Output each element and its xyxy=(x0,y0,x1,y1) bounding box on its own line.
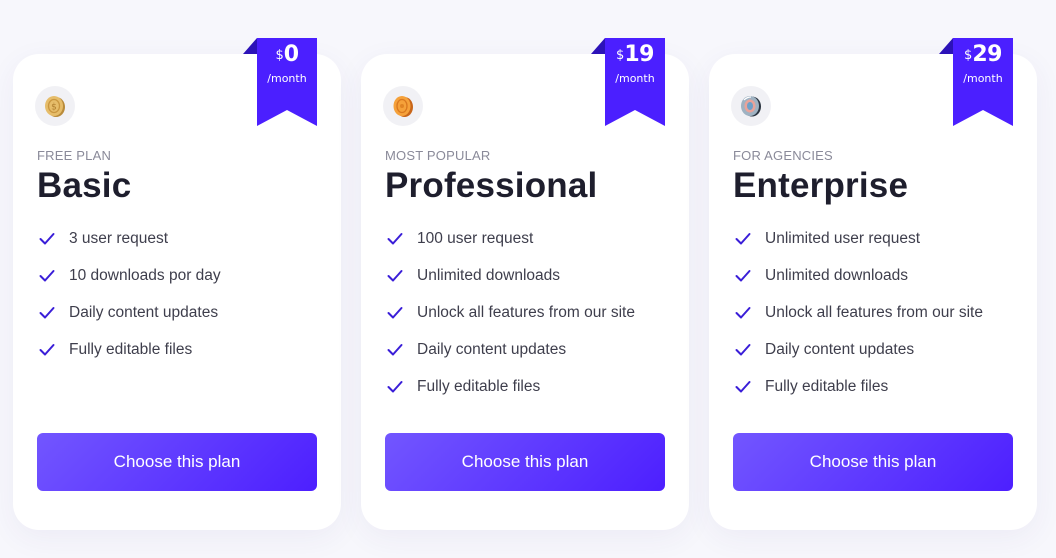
plan-tag: FOR AGENCIES xyxy=(733,148,833,163)
plan-tag: MOST POPULAR xyxy=(385,148,491,163)
check-icon xyxy=(39,344,55,356)
check-icon xyxy=(39,307,55,319)
feature-item: Fully editable files xyxy=(733,377,983,414)
feature-list: 100 user request Unlimited downloads Unl… xyxy=(385,229,635,414)
feature-label: Daily content updates xyxy=(417,341,567,358)
ribbon-fold xyxy=(591,38,605,54)
price-value: $0 xyxy=(275,42,299,67)
plan-name: Professional xyxy=(385,166,598,205)
choose-plan-button[interactable]: Choose this plan xyxy=(37,433,317,491)
feature-item: Daily content updates xyxy=(37,303,221,340)
price-period: /month xyxy=(963,72,1003,85)
feature-label: Daily content updates xyxy=(765,341,915,358)
feature-list: Unlimited user request Unlimited downloa… xyxy=(733,229,983,414)
check-icon xyxy=(735,344,751,356)
pricing-card-professional: $19 /month MOST POPULAR Professional 100… xyxy=(361,38,689,530)
feature-item: Daily content updates xyxy=(385,340,635,377)
ribbon-fold xyxy=(939,38,953,54)
plan-name: Basic xyxy=(37,166,132,205)
feature-label: Daily content updates xyxy=(69,304,219,321)
price-period: /month xyxy=(267,72,307,85)
price-period: /month xyxy=(615,72,655,85)
feature-item: Unlimited downloads xyxy=(385,266,635,303)
check-icon xyxy=(735,270,751,282)
orange-coin-icon xyxy=(383,86,423,126)
price-value: $29 xyxy=(964,42,1002,67)
plan-tag: FREE PLAN xyxy=(37,148,112,163)
price-ribbon: $29 /month xyxy=(939,38,1013,126)
check-icon xyxy=(387,344,403,356)
feature-item: Fully editable files xyxy=(385,377,635,414)
feature-item: 3 user request xyxy=(37,229,221,266)
check-icon xyxy=(735,307,751,319)
feature-label: Fully editable files xyxy=(417,378,541,395)
feature-item: 10 downloads por day xyxy=(37,266,221,303)
feature-label: Unlock all features from our site xyxy=(765,304,983,321)
feature-item: Unlimited downloads xyxy=(733,266,983,303)
feature-label: Unlimited downloads xyxy=(765,267,909,284)
feature-item: Unlimited user request xyxy=(733,229,983,266)
feature-item: Fully editable files xyxy=(37,340,221,377)
feature-label: Unlimited user request xyxy=(765,230,921,247)
feature-list: 3 user request 10 downloads por day Dail… xyxy=(37,229,221,377)
check-icon xyxy=(39,270,55,282)
feature-label: 10 downloads por day xyxy=(69,267,221,284)
feature-label: Unlimited downloads xyxy=(417,267,561,284)
check-icon xyxy=(735,233,751,245)
check-icon xyxy=(387,233,403,245)
feature-label: Fully editable files xyxy=(69,341,193,358)
feature-label: 3 user request xyxy=(69,230,169,247)
ribbon-fold xyxy=(243,38,257,54)
feature-item: Unlock all features from our site xyxy=(385,303,635,340)
feature-item: Unlock all features from our site xyxy=(733,303,983,340)
price-ribbon: $19 /month xyxy=(591,38,665,126)
premium-coin-icon xyxy=(731,86,771,126)
feature-label: Unlock all features from our site xyxy=(417,304,635,321)
price-value: $19 xyxy=(616,42,654,67)
pricing-section: $0 /month $ FREE PLAN Basic 3 user reque… xyxy=(0,0,1056,558)
gold-coin-icon: $ xyxy=(35,86,75,126)
price-ribbon: $0 /month xyxy=(243,38,317,126)
feature-item: Daily content updates xyxy=(733,340,983,377)
choose-plan-button[interactable]: Choose this plan xyxy=(733,433,1013,491)
pricing-card-enterprise: $29 /month FOR AGENCIES Enterprise Unlim… xyxy=(709,38,1037,530)
feature-label: 100 user request xyxy=(417,230,534,247)
feature-item: 100 user request xyxy=(385,229,635,266)
plan-name: Enterprise xyxy=(733,166,909,205)
feature-label: Fully editable files xyxy=(765,378,889,395)
check-icon xyxy=(387,307,403,319)
svg-text:$: $ xyxy=(51,103,57,113)
pricing-card-basic: $0 /month $ FREE PLAN Basic 3 user reque… xyxy=(13,38,341,530)
check-icon xyxy=(387,270,403,282)
choose-plan-button[interactable]: Choose this plan xyxy=(385,433,665,491)
check-icon xyxy=(387,381,403,393)
check-icon xyxy=(39,233,55,245)
check-icon xyxy=(735,381,751,393)
